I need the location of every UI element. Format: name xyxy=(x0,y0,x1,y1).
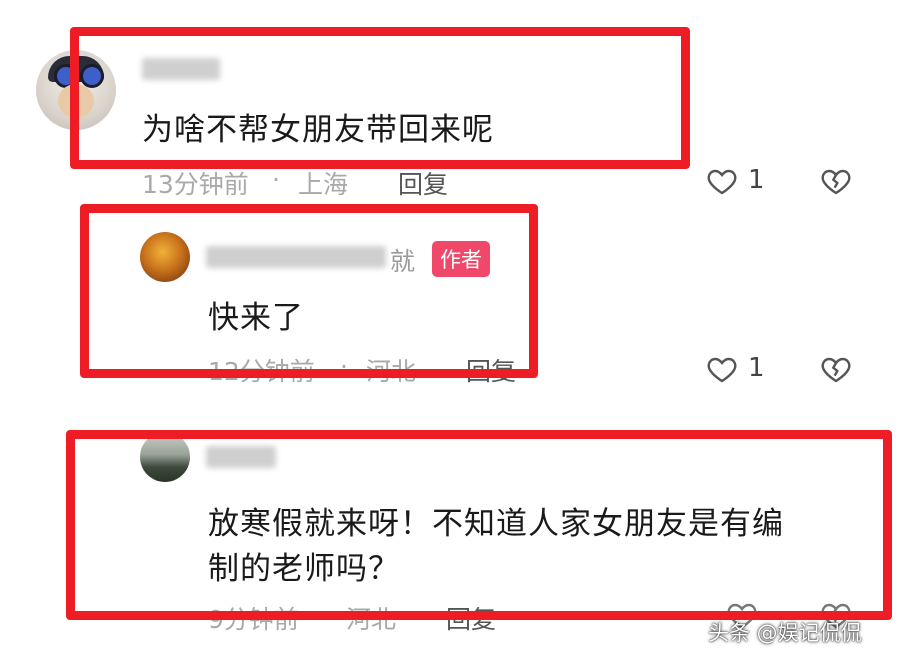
like-count: 1 xyxy=(748,353,765,383)
meta-separator: · xyxy=(272,165,280,194)
highlight-box xyxy=(70,27,690,169)
dislike-button[interactable] xyxy=(820,165,854,199)
reply-button[interactable]: 回复 xyxy=(398,165,448,201)
like-count: 1 xyxy=(748,165,765,195)
broken-heart-icon xyxy=(821,357,851,383)
heart-outline-icon xyxy=(707,169,737,195)
dislike-button[interactable] xyxy=(820,353,854,387)
broken-heart-icon xyxy=(821,169,851,195)
comment-time: 13分钟前 xyxy=(142,170,249,199)
highlight-box xyxy=(66,430,892,620)
watermark: 头条 @娱记侃侃 xyxy=(708,621,862,645)
highlight-box xyxy=(80,204,538,378)
like-button[interactable]: 1 xyxy=(706,351,770,387)
comment-location: 上海 xyxy=(298,170,349,199)
heart-outline-icon xyxy=(707,357,737,383)
like-button[interactable]: 1 xyxy=(706,163,770,199)
